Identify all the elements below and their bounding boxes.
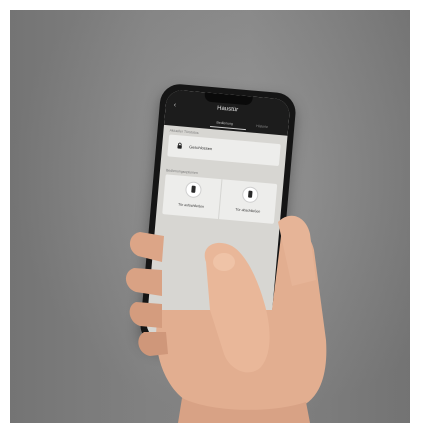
image-frame: ‹ Haustür Bedienung Historie Aktueller T… <box>0 0 421 433</box>
hand <box>125 215 327 423</box>
photo: ‹ Haustür Bedienung Historie Aktueller T… <box>10 10 410 423</box>
